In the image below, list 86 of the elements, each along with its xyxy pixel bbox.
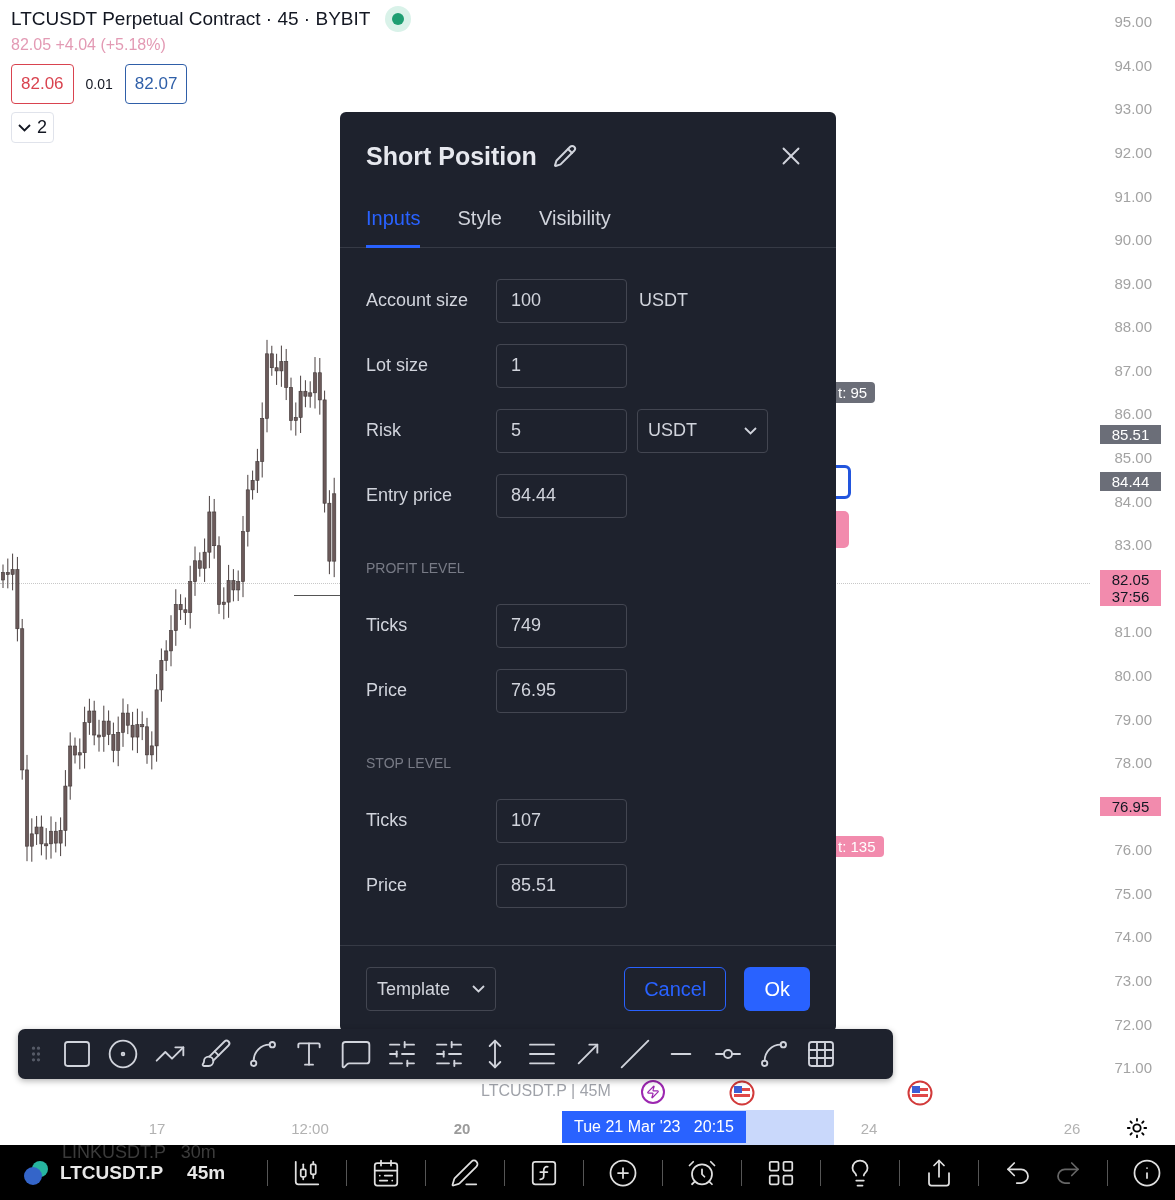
input-field[interactable]: 84.44 xyxy=(496,473,627,518)
dialog-title: Short Position xyxy=(366,141,537,171)
dialog-tab[interactable]: Style xyxy=(457,195,502,248)
section-heading: STOP LEVEL xyxy=(366,754,452,771)
price-tick: 94.00 xyxy=(1114,56,1152,74)
price-tag: 84.44 xyxy=(1100,472,1161,491)
info-icon[interactable] xyxy=(1132,1157,1163,1188)
time-label: 26 xyxy=(1063,1120,1081,1137)
currency-dropdown[interactable]: USDT xyxy=(637,408,768,453)
field-label: Price xyxy=(366,875,408,896)
price-tick: 87.00 xyxy=(1114,361,1152,379)
brush-icon[interactable] xyxy=(200,1038,232,1070)
price-tick: 76.00 xyxy=(1114,841,1152,859)
price-change: 82.05 +4.04 (+5.18%) xyxy=(11,36,167,54)
price-tick: 89.00 xyxy=(1114,274,1152,292)
price-tick: 75.00 xyxy=(1114,884,1152,902)
ask-price[interactable]: 82.07 xyxy=(124,64,188,104)
time-label: 17 xyxy=(148,1120,166,1137)
field-label: Price xyxy=(366,680,408,701)
recent-symbol: LINKUSDT.P 30m xyxy=(62,1145,216,1163)
pencil-icon[interactable] xyxy=(552,144,577,168)
field-label: Risk xyxy=(366,420,402,441)
crosshair-time-label: Tue 21 Mar '23 20:15 xyxy=(562,1111,746,1143)
curve-icon[interactable] xyxy=(758,1038,790,1070)
spread-value: 0.01 xyxy=(85,76,113,92)
price-tick: 88.00 xyxy=(1114,318,1152,336)
template-dropdown[interactable]: Template xyxy=(366,967,496,1011)
chevron-down-icon xyxy=(472,985,485,993)
indicators-toggle[interactable]: 2 xyxy=(11,112,54,143)
field-label: Ticks xyxy=(366,615,409,636)
chart-watermark: LTCUSDT.P | 45M xyxy=(481,1082,611,1100)
input-field[interactable]: 100 xyxy=(496,278,627,323)
price-tick: 80.00 xyxy=(1114,666,1152,684)
price-tag: 76.95 xyxy=(1100,796,1161,816)
coin-icon xyxy=(22,1158,50,1187)
price-tag: 82.05 37:56 xyxy=(1100,570,1161,607)
price-tick: 90.00 xyxy=(1114,231,1152,249)
speech-bubble-icon[interactable] xyxy=(339,1038,372,1070)
flag-icon[interactable] xyxy=(907,1080,933,1106)
price-tick: 72.00 xyxy=(1114,1015,1152,1033)
unit-label: USDT xyxy=(639,290,688,311)
bid-price[interactable]: 82.06 xyxy=(11,64,74,104)
field-label: Entry price xyxy=(366,485,454,506)
price-tick: 71.00 xyxy=(1114,1059,1152,1077)
input-field[interactable]: 749 xyxy=(496,603,627,648)
line-icon[interactable] xyxy=(618,1038,651,1070)
price-tick: 91.00 xyxy=(1114,187,1152,205)
field-label: Ticks xyxy=(366,810,409,831)
input-field[interactable]: 5 xyxy=(496,408,627,453)
add-icon[interactable] xyxy=(608,1157,639,1188)
price-tick: 95.00 xyxy=(1114,13,1152,31)
input-field[interactable]: 85.51 xyxy=(496,863,627,908)
field-label: Lot size xyxy=(366,355,430,376)
field-label: Account size xyxy=(366,290,470,311)
price-tick: 78.00 xyxy=(1114,754,1152,772)
input-field[interactable]: 76.95 xyxy=(496,668,627,713)
symbol-name[interactable]: LTCUSDT.P xyxy=(60,1161,164,1184)
time-label: 20 xyxy=(453,1120,471,1137)
chevron-down-icon xyxy=(744,426,757,435)
price-tag: 85.51 xyxy=(1100,425,1161,444)
price-tick: 83.00 xyxy=(1114,536,1152,554)
price-tick: 73.00 xyxy=(1114,972,1152,989)
sun-icon[interactable] xyxy=(1126,1117,1148,1139)
price-tick: 81.00 xyxy=(1114,623,1152,641)
time-label: 24 xyxy=(860,1120,878,1137)
price-tick: 85.00 xyxy=(1114,449,1152,467)
ok-button[interactable]: Ok xyxy=(744,967,810,1011)
interval-label[interactable]: 45m xyxy=(187,1161,226,1184)
dialog-tab[interactable]: Visibility xyxy=(538,195,611,248)
input-field[interactable]: 107 xyxy=(496,798,627,843)
chevron-down-icon xyxy=(18,123,31,132)
pen-icon[interactable] xyxy=(450,1157,481,1188)
section-heading: PROFIT LEVEL xyxy=(366,559,465,576)
price-tick: 92.00 xyxy=(1114,144,1152,161)
sliders-icon[interactable] xyxy=(386,1038,418,1070)
input-field[interactable]: 1 xyxy=(496,343,627,388)
price-tick: 79.00 xyxy=(1114,710,1152,728)
time-label: 12:00 xyxy=(291,1120,329,1137)
price-tick: 84.00 xyxy=(1114,492,1152,510)
flag-icon[interactable] xyxy=(729,1080,755,1106)
price-tick: 74.00 xyxy=(1114,928,1152,946)
lightning-icon[interactable] xyxy=(641,1080,665,1104)
price-tick: 86.00 xyxy=(1114,405,1152,423)
circle-icon[interactable] xyxy=(107,1038,139,1070)
symbol-title: LTCUSDT Perpetual Contract · 45 · BYBIT xyxy=(11,8,371,30)
price-tick: 93.00 xyxy=(1114,100,1152,118)
